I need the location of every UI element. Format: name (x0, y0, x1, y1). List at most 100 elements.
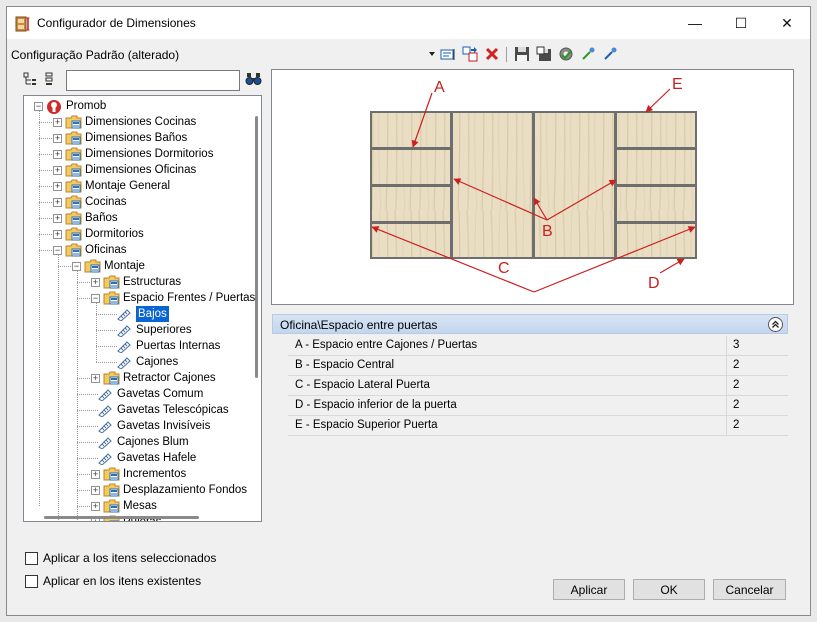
property-name: A - Espacio entre Cajones / Puertas (295, 339, 478, 351)
tree-item-label: Montaje (104, 260, 145, 272)
expand-node-icon[interactable]: + (53, 198, 62, 207)
tree-branch-line (77, 410, 98, 411)
tree-leaf-item[interactable]: Gavetas Hafele (24, 450, 250, 466)
tree-vertical-scrollbar[interactable] (253, 98, 261, 518)
copy-config-icon[interactable] (461, 45, 479, 63)
label-a: A (434, 79, 445, 96)
collapse-node-icon[interactable]: − (72, 262, 81, 271)
tree-folder-item[interactable]: − Oficinas (24, 242, 250, 258)
expand-node-icon[interactable]: + (53, 166, 62, 175)
expand-node-icon[interactable]: + (53, 150, 62, 159)
expand-node-icon[interactable]: + (91, 470, 100, 479)
tree-horizontal-scroll-thumb[interactable] (44, 516, 199, 519)
expand-node-icon[interactable]: + (91, 486, 100, 495)
tree-horizontal-scrollbar[interactable] (26, 514, 252, 521)
collapse-node-icon[interactable]: − (34, 102, 43, 111)
tree-item-label: Dimensiones Dormitorios (85, 148, 214, 160)
minimize-button[interactable]: — (672, 7, 718, 39)
tree-folder-item[interactable]: + Montaje General (24, 178, 250, 194)
expand-node-icon[interactable]: + (53, 214, 62, 223)
dropdown-arrow-icon[interactable] (427, 45, 437, 63)
tree-leaf-item[interactable]: Cajones (24, 354, 250, 370)
collapse-node-icon[interactable]: − (91, 294, 100, 303)
category-tree[interactable]: − Promob + Dimensiones Cocinas + Dimensiones … (23, 95, 262, 522)
binoculars-search-icon[interactable] (245, 71, 263, 87)
expand-node-icon[interactable]: + (91, 502, 100, 511)
collapse-up-icon[interactable] (768, 317, 783, 332)
apply-selected-label: Aplicar a los itens seleccionados (43, 551, 217, 565)
property-row[interactable]: C - Espacio Lateral Puerta 2 (288, 376, 788, 396)
property-value[interactable]: 2 (726, 396, 788, 415)
tree-folder-item[interactable]: + Incrementos (24, 466, 250, 482)
tree-search-input[interactable] (66, 70, 240, 91)
property-row[interactable]: B - Espacio Central 2 (288, 356, 788, 376)
tree-folder-item[interactable]: + Dimensiones Baños (24, 130, 250, 146)
tree-leaf-item[interactable]: Gavetas Telescópicas (24, 402, 250, 418)
tree-item-label: Gavetas Comum (117, 388, 204, 400)
settings-check-icon[interactable] (557, 45, 575, 63)
tree-item-label: Baños (85, 212, 118, 224)
expand-node-icon[interactable]: + (53, 134, 62, 143)
save-as-icon[interactable] (535, 45, 553, 63)
expand-node-icon[interactable]: + (53, 118, 62, 127)
tree-vertical-scroll-thumb[interactable] (255, 116, 258, 378)
tree-root-item[interactable]: − Promob (24, 98, 250, 114)
tree-folder-item[interactable]: + Dimensiones Oficinas (24, 162, 250, 178)
property-value[interactable]: 3 (726, 336, 788, 355)
edit-config-icon[interactable] (439, 45, 457, 63)
tree-leaf-item[interactable]: Superiores (24, 322, 250, 338)
tree-branch-line (96, 362, 117, 363)
expand-tree-icon[interactable] (23, 72, 37, 86)
tree-folder-item[interactable]: + Baños (24, 210, 250, 226)
expand-node-icon[interactable]: + (91, 278, 100, 287)
tree-folder-item[interactable]: − Montaje (24, 258, 250, 274)
tree-leaf-item[interactable]: Gavetas Comum (24, 386, 250, 402)
save-icon[interactable] (513, 45, 531, 63)
toolbar-separator (506, 47, 507, 62)
property-value[interactable]: 2 (726, 416, 788, 435)
ok-button[interactable]: OK (633, 579, 705, 600)
expand-node-icon[interactable]: + (53, 182, 62, 191)
apply-button[interactable]: Aplicar (553, 579, 625, 600)
cancel-button[interactable]: Cancelar (713, 579, 786, 600)
window-title: Configurador de Dimensiones (37, 16, 196, 30)
export-icon[interactable] (601, 45, 619, 63)
tree-item-label: Montaje General (85, 180, 171, 192)
tree-leaf-item[interactable]: Cajones Blum (24, 434, 250, 450)
tree-folder-item[interactable]: + Cocinas (24, 194, 250, 210)
close-window-button[interactable]: ✕ (764, 7, 810, 39)
tree-folder-item[interactable]: + Retractor Cajones (24, 370, 250, 386)
import-icon[interactable] (579, 45, 597, 63)
tree-leaf-item[interactable]: Puertas Internas (24, 338, 250, 354)
property-group-header[interactable]: Oficina\Espacio entre puertas (272, 314, 788, 334)
delete-icon[interactable] (483, 45, 501, 63)
expand-node-icon[interactable]: + (91, 374, 100, 383)
tree-item-label: Cocinas (85, 196, 127, 208)
apply-existing-checkbox[interactable] (25, 575, 38, 588)
tree-item-label: Estructuras (123, 276, 182, 288)
tree-folder-item[interactable]: + Dormitorios (24, 226, 250, 242)
tree-folder-item[interactable]: + Dimensiones Cocinas (24, 114, 250, 130)
apply-selected-checkbox[interactable] (25, 552, 38, 565)
property-row[interactable]: A - Espacio entre Cajones / Puertas 3 (288, 336, 788, 356)
tree-folder-item[interactable]: + Desplazamiento Fondos (24, 482, 250, 498)
tree-item-label: Incrementos (123, 468, 187, 480)
tree-folder-item[interactable]: + Mesas (24, 498, 250, 514)
tree-folder-item[interactable]: − Espacio Frentes / Puertas (24, 290, 255, 306)
property-value[interactable]: 2 (726, 356, 788, 375)
tree-leaf-item[interactable]: Bajos (24, 306, 250, 322)
property-row[interactable]: E - Espacio Superior Puerta 2 (288, 416, 788, 436)
tree-item-label: Retractor Cajones (123, 372, 216, 384)
tree-branch-line (96, 330, 117, 331)
expand-node-icon[interactable]: + (53, 230, 62, 239)
tree-folder-item[interactable]: + Estructuras (24, 274, 250, 290)
collapse-tree-icon[interactable] (44, 72, 54, 86)
maximize-button[interactable]: ☐ (718, 7, 764, 39)
property-row[interactable]: D - Espacio inferior de la puerta 2 (288, 396, 788, 416)
tree-leaf-item[interactable]: Gavetas Invisíveis (24, 418, 250, 434)
property-value[interactable]: 2 (726, 376, 788, 395)
tree-folder-item[interactable]: + Dimensiones Dormitorios (24, 146, 250, 162)
property-name: E - Espacio Superior Puerta (295, 419, 438, 431)
cabinet-front (370, 111, 697, 259)
collapse-node-icon[interactable]: − (53, 246, 62, 255)
